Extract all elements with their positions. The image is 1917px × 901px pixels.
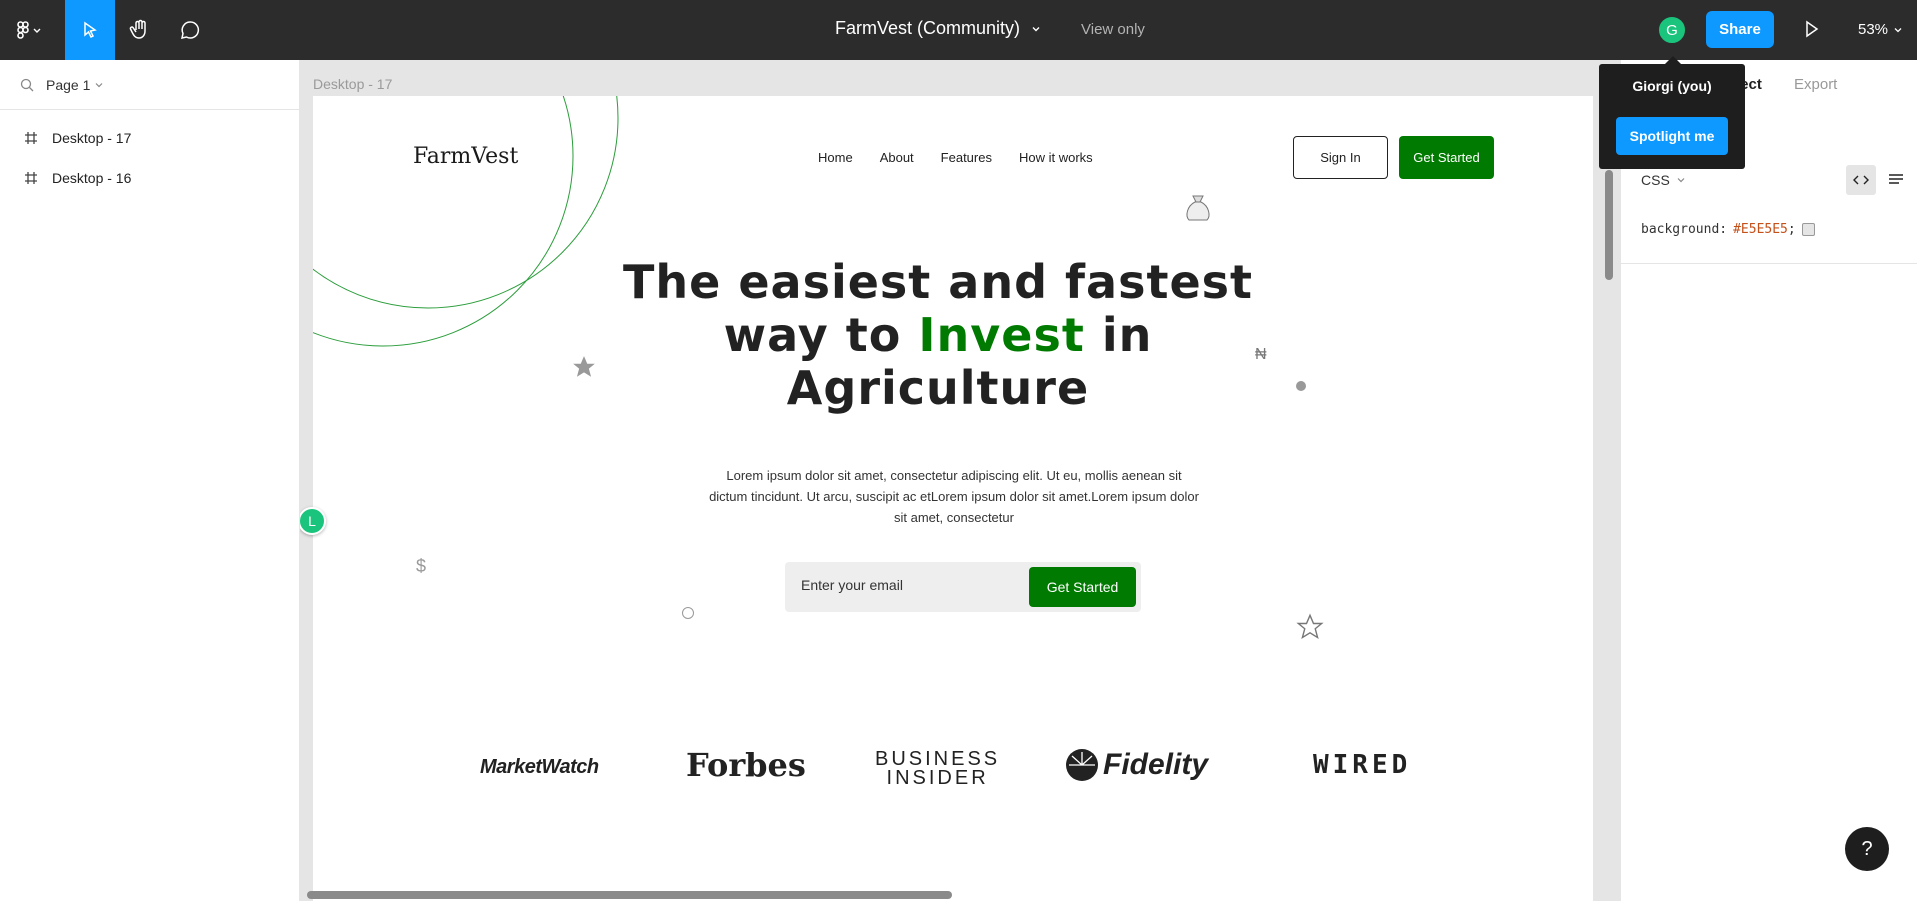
headline-line-1: The easiest and fastest xyxy=(622,255,1254,309)
code-icon xyxy=(1853,175,1869,185)
horizontal-scrollbar[interactable] xyxy=(307,891,952,899)
properties-panel: pect Export CSS background: #E5E5E5; ? xyxy=(1620,60,1917,901)
hero-description: Lorem ipsum dolor sit amet, consectetur … xyxy=(709,468,1199,525)
code-language-dropdown[interactable]: CSS xyxy=(1641,172,1686,188)
headline-line-2: way to Invest in xyxy=(613,309,1263,362)
signin-button[interactable]: Sign In xyxy=(1293,136,1388,179)
cursor-arrow-icon xyxy=(84,21,97,39)
decorative-circles xyxy=(313,96,619,347)
help-button[interactable]: ? xyxy=(1845,827,1889,871)
get-started-email-button[interactable]: Get Started xyxy=(1029,567,1136,607)
headline-text: in xyxy=(1084,308,1153,362)
brand-wired: WIRED xyxy=(1313,750,1412,780)
design-canvas[interactable]: Desktop - 17 FarmVest Home About Feature… xyxy=(300,60,1620,901)
layer-item[interactable]: Desktop - 16 xyxy=(0,158,299,198)
frame-icon xyxy=(25,132,37,144)
chevron-down-icon xyxy=(1894,27,1902,32)
fidelity-seal-icon xyxy=(1066,749,1098,781)
frame-icon xyxy=(25,172,37,184)
dollar-symbol: $ xyxy=(416,556,427,576)
view-mode-label: View only xyxy=(1081,21,1145,38)
headline-highlight: Invest xyxy=(918,308,1085,362)
question-icon: ? xyxy=(1861,837,1873,860)
code-view-button[interactable] xyxy=(1846,165,1876,195)
zoom-dropdown[interactable]: 53% xyxy=(1858,21,1903,38)
page-selector[interactable]: Page 1 xyxy=(0,60,299,110)
star-outline-icon xyxy=(1296,613,1324,640)
headline-text: way to xyxy=(723,308,919,362)
chevron-down-icon[interactable] xyxy=(94,80,104,90)
layer-label: Desktop - 16 xyxy=(52,170,132,186)
search-icon[interactable] xyxy=(20,78,34,92)
brand-business-insider: BUSINESS INSIDER xyxy=(875,749,1000,789)
user-popover: Giorgi (you) Spotlight me xyxy=(1599,56,1745,169)
dot-decoration xyxy=(1296,381,1306,391)
file-title[interactable]: FarmVest (Community) xyxy=(835,18,1042,39)
frame-label[interactable]: Desktop - 17 xyxy=(313,76,392,92)
document-title[interactable]: FarmVest (Community) xyxy=(835,18,1020,39)
site-logo: FarmVest xyxy=(413,144,519,169)
page-label[interactable]: Page 1 xyxy=(46,77,90,93)
nav-home[interactable]: Home xyxy=(818,150,853,165)
site-nav: Home About Features How it works xyxy=(818,150,1093,165)
tab-export[interactable]: Export xyxy=(1794,76,1837,93)
user-avatar[interactable]: G xyxy=(1657,15,1687,45)
brand-fidelity: Fidelity xyxy=(1065,748,1208,782)
layers-panel: Page 1 Desktop - 17 Desktop - 16 xyxy=(0,60,300,901)
hand-icon xyxy=(129,19,146,39)
play-icon xyxy=(1806,20,1819,38)
headline-line-3: Agriculture xyxy=(786,361,1090,415)
comment-icon xyxy=(181,21,200,39)
spotlight-me-button[interactable]: Spotlight me xyxy=(1616,117,1728,155)
chevron-down-icon[interactable] xyxy=(1030,23,1042,35)
list-view-button[interactable] xyxy=(1883,167,1909,193)
layer-label: Desktop - 17 xyxy=(52,130,132,146)
vertical-scrollbar[interactable] xyxy=(1605,170,1613,280)
brand-text: INSIDER xyxy=(886,767,989,789)
color-swatch xyxy=(1801,223,1815,236)
money-bag-icon xyxy=(1186,195,1210,221)
popover-user-name: Giorgi (you) xyxy=(1632,78,1712,94)
toolbar: FarmVest (Community) View only G Share 5… xyxy=(0,0,1917,60)
email-input[interactable]: Enter your email xyxy=(801,577,903,593)
divider xyxy=(1621,263,1917,264)
css-semicolon: ; xyxy=(1787,222,1796,237)
css-property: background: xyxy=(1641,222,1728,237)
chevron-down-icon xyxy=(1677,178,1685,183)
circle-outline-decoration xyxy=(682,607,694,619)
share-button[interactable]: Share xyxy=(1706,11,1774,48)
frame-desktop-17[interactable]: FarmVest Home About Features How it work… xyxy=(313,96,1593,901)
comment-tool-button[interactable] xyxy=(165,0,215,60)
brand-marketwatch: MarketWatch xyxy=(480,756,599,778)
main-menu-button[interactable] xyxy=(0,0,56,60)
email-signup-form: Enter your email Get Started xyxy=(785,562,1141,612)
css-code-line[interactable]: background: #E5E5E5; xyxy=(1641,222,1815,237)
brand-text: Fidelity xyxy=(1103,748,1209,781)
present-button[interactable] xyxy=(1800,18,1822,45)
code-language-label: CSS xyxy=(1641,172,1670,188)
nav-about[interactable]: About xyxy=(880,150,914,165)
hero-headline: The easiest and fastest way to Invest in… xyxy=(613,256,1263,415)
figma-logo-icon xyxy=(17,21,41,39)
brand-forbes: Forbes xyxy=(686,746,806,784)
zoom-level: 53% xyxy=(1858,21,1889,38)
list-icon xyxy=(1889,174,1903,184)
nav-features[interactable]: Features xyxy=(941,150,992,165)
get-started-nav-button[interactable]: Get Started xyxy=(1399,136,1494,179)
layer-item[interactable]: Desktop - 17 xyxy=(0,118,299,158)
css-value: #E5E5E5 xyxy=(1733,222,1788,237)
nav-how-it-works[interactable]: How it works xyxy=(1019,150,1093,165)
star-filled-icon xyxy=(573,356,595,377)
move-tool-button[interactable] xyxy=(65,0,115,60)
hand-tool-button[interactable] xyxy=(115,0,165,60)
